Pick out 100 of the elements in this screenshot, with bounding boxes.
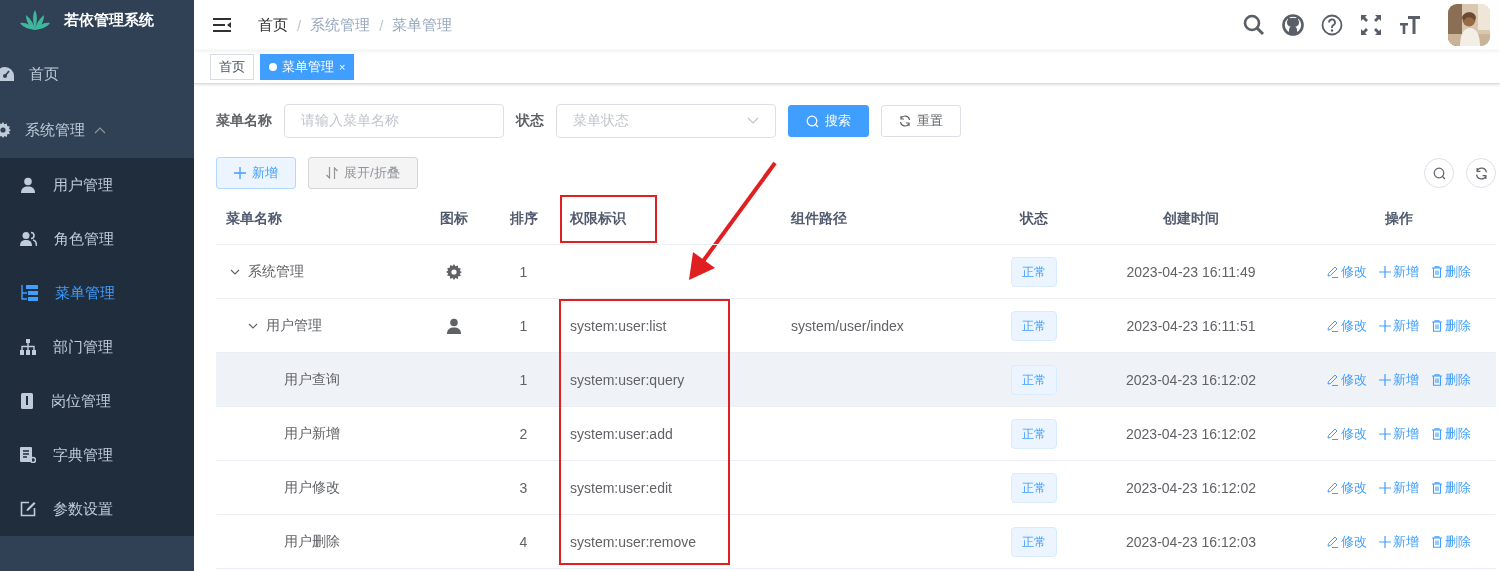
trash-icon <box>1430 427 1443 440</box>
breadcrumb-item[interactable]: 首页 <box>258 15 288 35</box>
plus-icon <box>1378 319 1391 332</box>
menu-item[interactable]: 用户管理 <box>0 158 194 212</box>
status-tag: 正常 <box>1010 472 1057 503</box>
plus-icon <box>1378 373 1391 386</box>
plus-icon <box>1378 481 1391 494</box>
edit-link[interactable]: 修改 <box>1326 478 1367 497</box>
table-cell: 2023-04-23 16:12:02 <box>1126 371 1256 388</box>
edit-icon <box>1326 319 1339 332</box>
menu-item[interactable]: 参数设置 <box>0 482 194 536</box>
add-button[interactable]: 新增 <box>216 157 296 189</box>
delete-link[interactable]: 删除 <box>1430 424 1471 443</box>
breadcrumb-separator: / <box>379 16 384 34</box>
sort-icon <box>326 167 338 179</box>
column-header: 图标 <box>438 210 469 228</box>
close-icon[interactable]: × <box>339 60 346 73</box>
help-icon <box>1321 14 1343 36</box>
add-link[interactable]: 新增 <box>1378 370 1419 389</box>
table-row[interactable]: 用户新增 2 system:user:add 正常 2023-04-23 16:12:02 修改 新增 删除 <box>216 407 1496 461</box>
add-link[interactable]: 新增 <box>1378 316 1419 335</box>
breadcrumb-separator: / <box>297 16 302 34</box>
add-link[interactable]: 新增 <box>1378 424 1419 443</box>
user-icon <box>20 177 36 193</box>
column-header: 组件路径 <box>790 210 848 228</box>
table-cell: 1 <box>519 263 528 280</box>
reset-button[interactable]: 重置 <box>881 105 961 137</box>
add-link[interactable]: 新增 <box>1378 532 1419 551</box>
table-cell: 3 <box>519 479 528 496</box>
book-icon <box>20 447 36 463</box>
refresh-icon <box>1474 166 1488 180</box>
table-cell: 2023-04-23 16:11:51 <box>1126 317 1256 334</box>
field-label: 菜单名称 <box>216 112 272 130</box>
table-cell: system:user:query <box>570 371 685 388</box>
edit-icon <box>1326 427 1339 440</box>
table-cell: 2 <box>519 425 528 442</box>
column-header: 权限标识 <box>569 210 627 228</box>
tab[interactable]: 菜单管理 × <box>260 53 355 80</box>
table-row[interactable]: 系统管理 1 正常 2023-04-23 16:11:49 修改 新增 删除 <box>216 245 1496 299</box>
tree-table-icon <box>20 285 38 301</box>
menu-item[interactable]: 岗位管理 <box>0 374 194 428</box>
app-title: 若依管理系统 <box>64 10 154 30</box>
table-cell: 2023-04-23 16:12:03 <box>1126 533 1256 550</box>
table-cell: 用户管理 <box>266 316 322 335</box>
table-row[interactable]: 用户修改 3 system:user:edit 正常 2023-04-23 16:12:02 修改 新增 删除 <box>216 461 1496 515</box>
status-tag: 正常 <box>1010 418 1057 449</box>
menu-item[interactable]: 字典管理 <box>0 428 194 482</box>
menu-item[interactable]: 首页 <box>0 46 194 102</box>
delete-link[interactable]: 删除 <box>1430 532 1471 551</box>
add-link[interactable]: 新增 <box>1378 478 1419 497</box>
tab[interactable]: 首页 <box>210 53 254 80</box>
table-row[interactable]: 用户删除 4 system:user:remove 正常 2023-04-23 16:12:03 修改 新增 删除 <box>216 515 1496 569</box>
menu-item[interactable]: 菜单管理 <box>0 266 194 320</box>
edit-icon <box>1326 373 1339 386</box>
gear-icon <box>445 263 462 280</box>
refresh-button[interactable] <box>1466 158 1496 188</box>
menu-item[interactable]: 部门管理 <box>0 320 194 374</box>
table-cell: system:user:list <box>570 317 667 334</box>
status-tag: 正常 <box>1010 526 1057 557</box>
refresh-icon <box>899 115 911 127</box>
font-size-icon <box>1399 14 1421 36</box>
search-button[interactable]: 搜索 <box>788 105 869 137</box>
table-cell: system:user:add <box>570 425 673 442</box>
status-tag: 正常 <box>1010 364 1057 395</box>
people-icon <box>20 231 37 247</box>
status-dot <box>269 62 277 71</box>
edit-link[interactable]: 修改 <box>1326 316 1367 335</box>
delete-link[interactable]: 删除 <box>1430 262 1471 281</box>
menu-item[interactable]: 系统管理 <box>0 102 194 158</box>
trash-icon <box>1430 373 1443 386</box>
edit-link[interactable]: 修改 <box>1326 262 1367 281</box>
column-header: 操作 <box>1383 210 1414 228</box>
edit-link[interactable]: 修改 <box>1326 370 1367 389</box>
trash-icon <box>1430 535 1443 548</box>
table-cell: 1 <box>519 317 528 334</box>
delete-link[interactable]: 删除 <box>1430 478 1471 497</box>
table-cell: 2023-04-23 16:12:02 <box>1126 425 1256 442</box>
plus-icon <box>1378 427 1391 440</box>
expand-collapse-button[interactable]: 展开/折叠 <box>308 157 418 189</box>
edit-link[interactable]: 修改 <box>1326 424 1367 443</box>
org-chart-icon <box>20 339 36 355</box>
delete-link[interactable]: 删除 <box>1430 316 1471 335</box>
search-icon <box>806 114 819 128</box>
menu-item[interactable]: 角色管理 <box>0 212 194 266</box>
delete-link[interactable]: 删除 <box>1430 370 1471 389</box>
table-cell: system:user:remove <box>570 533 697 550</box>
table-cell: system:user:edit <box>570 479 672 496</box>
table-row[interactable]: 用户查询 1 system:user:query 正常 2023-04-23 16:12:02 修改 新增 删除 <box>216 353 1496 407</box>
add-link[interactable]: 新增 <box>1378 262 1419 281</box>
github-icon <box>1282 14 1304 36</box>
breadcrumb-item[interactable]: 系统管理 <box>310 15 371 35</box>
table-cell: 用户新增 <box>284 424 340 443</box>
search-icon <box>1243 14 1265 36</box>
table-cell: 用户删除 <box>284 532 340 551</box>
input-field[interactable]: 请输入菜单名称 <box>284 104 504 138</box>
search-button[interactable] <box>1424 158 1454 188</box>
select-field[interactable]: 菜单状态 <box>556 104 776 138</box>
field-label: 状态 <box>516 112 544 130</box>
table-cell: 用户查询 <box>284 370 340 389</box>
edit-link[interactable]: 修改 <box>1326 532 1367 551</box>
